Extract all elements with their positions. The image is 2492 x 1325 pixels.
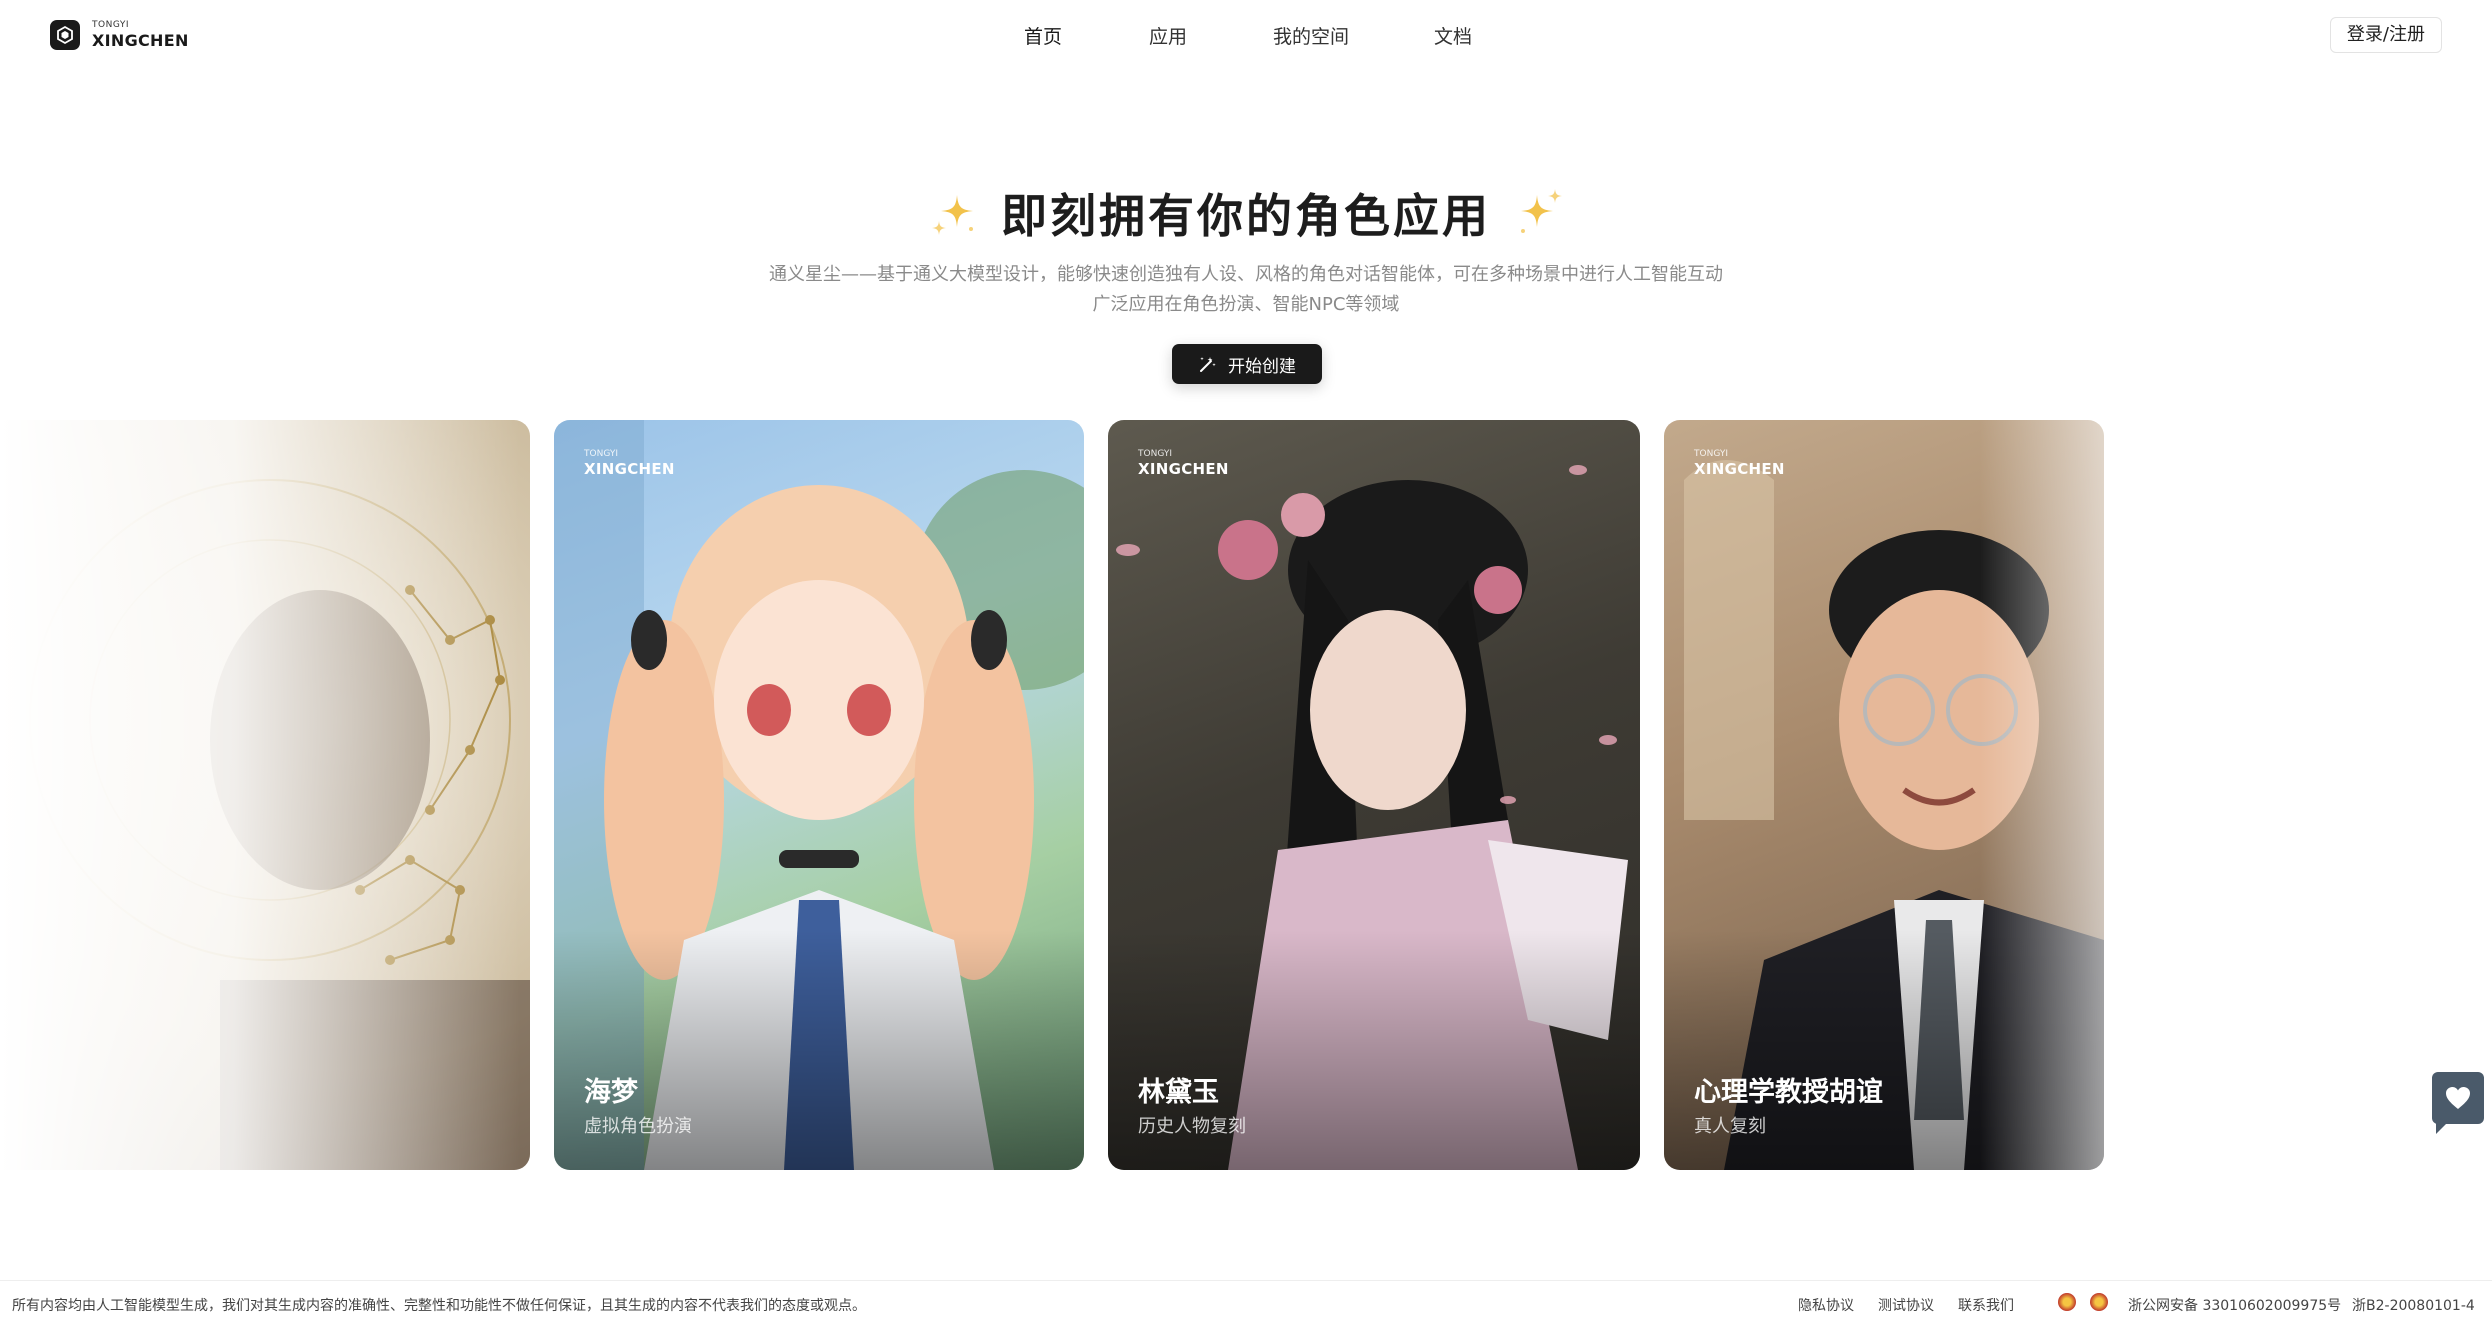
character-card-haimeng[interactable]: TONGYI XINGCHEN 海梦 虚拟角色扮演 [554,420,1084,1170]
contact-link[interactable]: 联系我们 [1958,1295,2014,1315]
character-card-lindaiyu[interactable]: TONGYI XINGCHEN 林黛玉 历史人物复刻 [1108,420,1640,1170]
privacy-link[interactable]: 隐私协议 [1798,1295,1854,1315]
login-register-button[interactable]: 登录/注册 [2329,17,2442,53]
magic-wand-icon [1200,357,1216,372]
card-tag: 虚拟角色扮演 [584,1116,692,1137]
top-header: TONGYI XINGCHEN 首页 应用 我的空间 文档 登录/注册 [0,0,2492,72]
footer-disclaimer: 所有内容均由人工智能模型生成，我们对其生成内容的准确性、完整性和功能性不做任何保… [12,1298,866,1314]
carousel-fade-left [0,420,520,1180]
hero-subtitle-line2: 广泛应用在角色扮演、智能NPC等领域 [1092,294,1400,315]
nav-home[interactable]: 首页 [1024,22,1062,49]
carousel-fade-right [1980,420,2492,1180]
card-brand: TONGYI XINGCHEN [1138,450,1229,477]
nav-my-space[interactable]: 我的空间 [1273,22,1349,49]
hero-title: 即刻拥有你的角色应用 [1001,189,1491,243]
nav-apps[interactable]: 应用 [1149,22,1187,49]
card-name: 海梦 [584,1077,638,1108]
police-badge-icon [2090,1293,2108,1311]
card-brand: TONGYI XINGCHEN [1694,450,1785,477]
start-create-label: 开始创建 [1228,356,1296,377]
hero-title-row: 即刻拥有你的角色应用 [0,180,2492,246]
card-brand-big: XINGCHEN [584,460,675,478]
card-brand-big: XINGCHEN [1694,460,1785,478]
card-name: 林黛玉 [1138,1077,1219,1108]
card-brand-small: TONGYI [1138,449,1172,459]
heart-chat-icon [2446,1087,2470,1109]
police-record-link[interactable]: 浙公网安备 33010602009975号 [2128,1295,2341,1315]
sparkle-right-icon [1521,189,1562,233]
card-tag: 真人复刻 [1694,1116,1766,1137]
character-carousel: TONGYI XINGCHEN 海梦 虚拟角色扮演 TONGYI XINGCHE… [0,420,2492,1180]
logo-small-text: TONGYI [92,20,129,30]
test-agreement-link[interactable]: 测试协议 [1878,1295,1934,1315]
card-brand-small: TONGYI [1694,449,1728,459]
logo-text: TONGYI XINGCHEN [92,21,189,49]
card-brand: TONGYI XINGCHEN [584,450,675,477]
emblem-icon [2058,1293,2076,1311]
nav-docs[interactable]: 文档 [1434,22,1472,49]
card-tag: 历史人物复刻 [1138,1116,1246,1137]
start-create-button[interactable]: 开始创建 [1172,344,1322,384]
card-brand-big: XINGCHEN [1138,460,1229,478]
card-brand-small: TONGYI [584,449,618,459]
sparkle-left-icon [932,195,973,235]
card-name: 心理学教授胡谊 [1694,1077,1883,1108]
logo-mark-icon [50,20,80,50]
hero-subtitle-line1: 通义星尘——基于通义大模型设计，能够快速创造独有人设、风格的角色对话智能体，可在… [769,264,1723,285]
icp-link[interactable]: 浙B2-20080101-4 [2352,1295,2475,1315]
page: TONGYI XINGCHEN 首页 应用 我的空间 文档 登录/注册 即刻拥有… [0,0,2492,1325]
footer: 所有内容均由人工智能模型生成，我们对其生成内容的准确性、完整性和功能性不做任何保… [0,1280,2492,1325]
logo[interactable]: TONGYI XINGCHEN [50,18,189,52]
feedback-button[interactable] [2432,1072,2484,1134]
logo-big-text: XINGCHEN [92,31,189,50]
